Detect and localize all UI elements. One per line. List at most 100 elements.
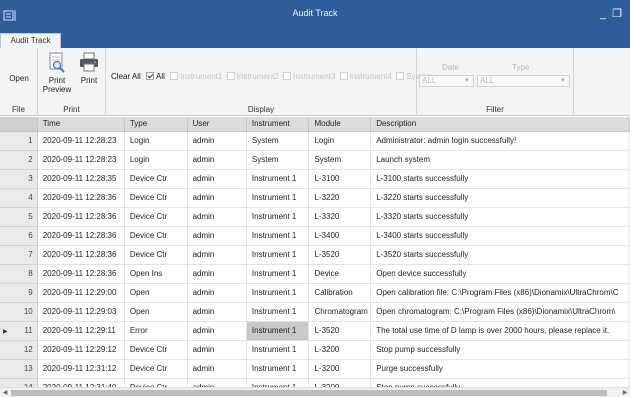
cell-instrument[interactable]: Instrument 1	[246, 245, 310, 265]
clear-all-button[interactable]: Clear All	[111, 72, 141, 81]
cell-user[interactable]: admin	[187, 321, 247, 341]
cell-time[interactable]: 2020-09-11 12:29:11	[37, 321, 125, 341]
table-row[interactable]: 142020-09-11 12:31:40Device CtradminInst…	[0, 378, 630, 387]
cell-module[interactable]: Device	[308, 264, 372, 284]
cell-user[interactable]: admin	[187, 131, 247, 151]
cell-type[interactable]: Open	[124, 302, 188, 322]
table-row[interactable]: 7 2020-09-11 12:28:36 Device Ctr admin Instr…	[0, 245, 630, 265]
maximize-button[interactable]: ❐	[611, 7, 623, 21]
row-number[interactable]: 11 ▶	[0, 321, 38, 341]
cell-description[interactable]: L-3320 starts successfully	[370, 207, 630, 227]
filter-instrument4-checkbox[interactable]	[339, 72, 348, 80]
cell-instrument[interactable]: Instrument 1	[246, 264, 310, 284]
row-number[interactable]: 8	[0, 264, 38, 284]
cell-type[interactable]: Device Ctr	[124, 378, 188, 387]
cell-instrument[interactable]: Instrument 1	[246, 378, 310, 387]
cell-time[interactable]: 2020-09-11 12:28:36	[37, 264, 125, 284]
cell-description[interactable]: L-3220 starts successfully	[370, 188, 630, 208]
column-header-module[interactable]: Module	[308, 117, 372, 132]
cell-instrument[interactable]: Instrument 1	[246, 359, 310, 379]
cell-description[interactable]: Administrator: admin login successfully!	[370, 131, 630, 151]
table-row[interactable]: 9 2020-09-11 12:29:00 Open admin Instrument …	[0, 283, 630, 303]
filter-instrument3-checkbox[interactable]	[283, 72, 292, 80]
cell-description[interactable]: L-3100 starts successfully	[370, 169, 630, 189]
filter-instrument4-option[interactable]: Instrument4	[339, 72, 392, 81]
cell-module[interactable]: System	[308, 150, 372, 170]
cell-type[interactable]: Device Ctr	[124, 245, 188, 265]
type-select[interactable]: ALL ▼	[477, 75, 570, 87]
cell-time[interactable]: 2020-09-11 12:28:23	[37, 131, 125, 151]
cell-description[interactable]: Open device successfully	[370, 264, 630, 284]
table-row[interactable]: 5 2020-09-11 12:28:36 Device Ctr admin Instr…	[0, 207, 630, 227]
row-number[interactable]: 6	[0, 226, 38, 246]
column-header-user[interactable]: User	[187, 117, 247, 132]
table-row[interactable]: 3 2020-09-11 12:28:35 Device Ctr admin Instr…	[0, 169, 630, 189]
cell-user[interactable]: admin	[187, 264, 247, 284]
table-row[interactable]: 11 ▶ 2020-09-11 12:29:11 Error admin Instrume…	[0, 321, 630, 341]
row-number[interactable]: 1	[0, 131, 38, 151]
cell-time[interactable]: 2020-09-11 12:28:36	[37, 226, 125, 246]
cell-type[interactable]: Login	[124, 150, 188, 170]
cell-instrument[interactable]: System	[246, 131, 310, 151]
cell-user[interactable]: admin	[187, 359, 247, 379]
table-row[interactable]: 12 2020-09-11 12:29:12 Device Ctr admin Inst…	[0, 340, 630, 360]
row-number[interactable]: 2	[0, 150, 38, 170]
cell-instrument[interactable]: Instrument 1	[246, 321, 310, 341]
print-preview-button[interactable]: Print Preview	[42, 52, 72, 94]
cell-module[interactable]: L-3100	[308, 169, 372, 189]
cell-instrument[interactable]: Instrument 1	[246, 169, 310, 189]
cell-user[interactable]: admin	[187, 245, 247, 265]
cell-description[interactable]: Stop pump successfully	[370, 340, 630, 360]
cell-type[interactable]: Error	[124, 321, 188, 341]
row-number[interactable]: 9	[0, 283, 38, 303]
cell-description[interactable]: L-3520 starts successfully	[370, 245, 630, 265]
row-number[interactable]: 10	[0, 302, 38, 322]
minimize-button[interactable]: _	[597, 7, 609, 21]
audit-grid[interactable]: Time Type User Instrument Module Descrip…	[0, 117, 630, 387]
cell-type[interactable]: Device Ctr	[124, 169, 188, 189]
cell-module[interactable]: L-3520	[308, 245, 372, 265]
column-header-time[interactable]: Time	[37, 117, 125, 132]
cell-time[interactable]: 2020-09-11 12:29:12	[37, 340, 125, 360]
row-number[interactable]: 14	[0, 378, 38, 387]
cell-instrument[interactable]: Instrument 1	[246, 283, 310, 303]
cell-user[interactable]: admin	[187, 340, 247, 360]
cell-time[interactable]: 2020-09-11 12:28:35	[37, 169, 125, 189]
cell-instrument[interactable]: System	[246, 150, 310, 170]
tab-audit-track[interactable]: Audit Track	[0, 33, 61, 49]
cell-module[interactable]: L-3200	[308, 340, 372, 360]
cell-user[interactable]: admin	[187, 169, 247, 189]
table-row[interactable]: 8 2020-09-11 12:28:36 Open Ins admin Instrum…	[0, 264, 630, 284]
cell-user[interactable]: admin	[187, 150, 247, 170]
cell-description[interactable]: The total use time of D lamp is over 200…	[370, 321, 630, 341]
column-header-description[interactable]: Description	[370, 117, 630, 132]
row-number[interactable]: 5	[0, 207, 38, 227]
filter-all-checkbox[interactable]	[146, 72, 155, 80]
cell-user[interactable]: admin	[187, 378, 247, 387]
scrollbar-thumb[interactable]	[11, 390, 607, 396]
row-number[interactable]: 4	[0, 188, 38, 208]
horizontal-scrollbar[interactable]: ◀ ▶	[0, 387, 630, 397]
cell-description[interactable]: Open calibration file: C:\Program Files …	[370, 283, 630, 303]
cell-user[interactable]: admin	[187, 283, 247, 303]
cell-type[interactable]: Device Ctr	[124, 188, 188, 208]
cell-description[interactable]: L-3400 starts successfully	[370, 226, 630, 246]
table-row[interactable]: 2 2020-09-11 12:28:23 Login admin System Syst…	[0, 150, 630, 170]
filter-instrument3-option[interactable]: Instrument3	[283, 72, 335, 81]
open-button[interactable]: Open	[3, 74, 35, 83]
cell-time[interactable]: 2020-09-11 12:31:12	[37, 359, 125, 379]
cell-module[interactable]: L-3520	[308, 321, 372, 341]
scroll-right-icon[interactable]: ▶	[620, 388, 630, 397]
cell-module[interactable]: L-3220	[308, 188, 372, 208]
cell-instrument[interactable]: Instrument 1	[246, 302, 310, 322]
cell-module[interactable]: Login	[308, 131, 372, 151]
cell-time[interactable]: 2020-09-11 12:28:36	[37, 188, 125, 208]
table-row[interactable]: 10 2020-09-11 12:29:03 Open admin Instrument…	[0, 302, 630, 322]
row-number[interactable]: 7	[0, 245, 38, 265]
table-row[interactable]: 4 2020-09-11 12:28:36 Device Ctr admin Instr…	[0, 188, 630, 208]
cell-description[interactable]: Purge successfully	[370, 359, 630, 379]
filter-instrument2-option[interactable]: Instrument2	[226, 72, 279, 81]
cell-module[interactable]: Chromatogram	[308, 302, 372, 322]
cell-module[interactable]: L-3320	[308, 207, 372, 227]
cell-instrument[interactable]: Instrument 1	[246, 207, 310, 227]
